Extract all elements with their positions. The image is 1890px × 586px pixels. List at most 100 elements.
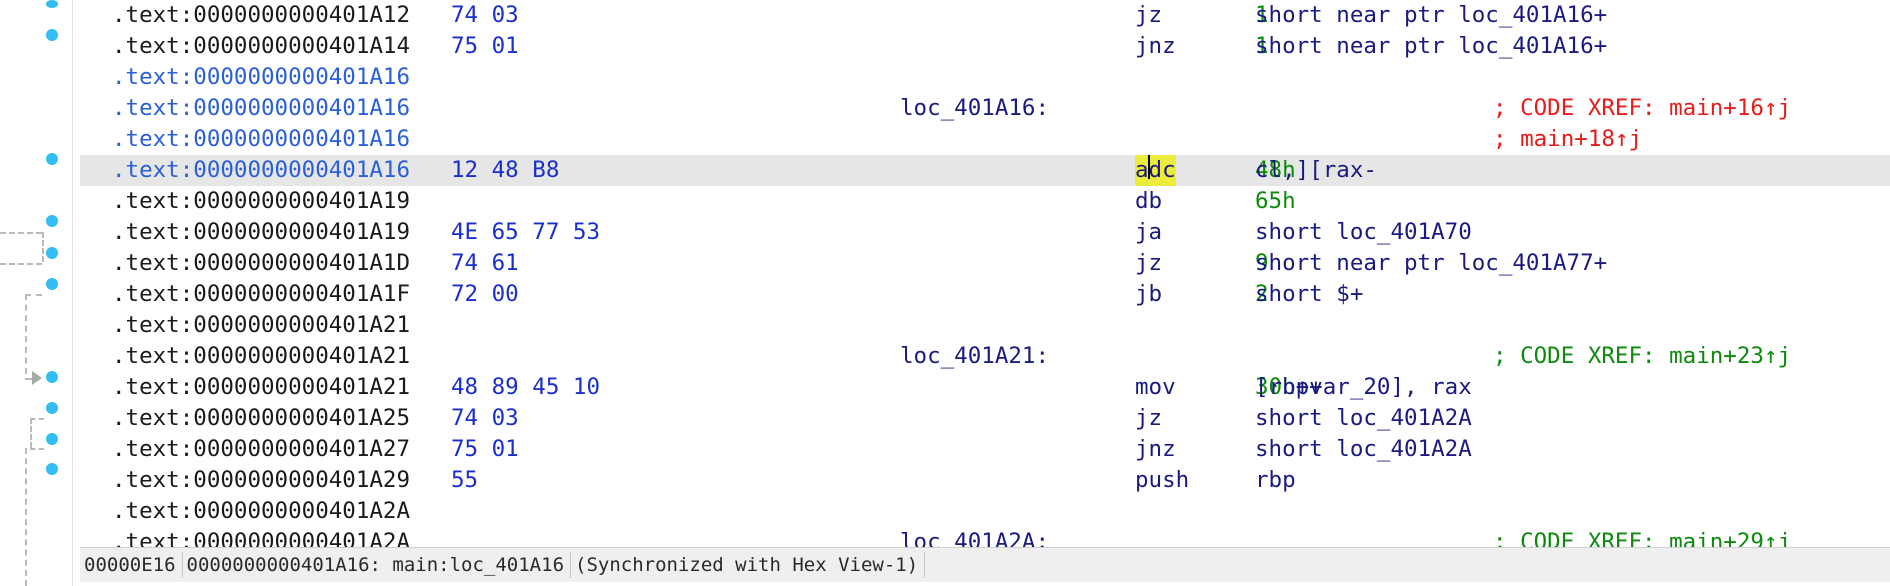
breakpoint-dot[interactable] — [46, 463, 58, 475]
address: .text:0000000000401A1F — [112, 281, 411, 307]
operand[interactable]: short near ptr loc_401A16+ 1 — [1255, 31, 1607, 62]
listing-row[interactable]: .text:0000000000401A12 74 03 jz short ne… — [80, 0, 1890, 31]
listing-row[interactable]: .text:0000000000401A25 74 03 jz short lo… — [80, 403, 1890, 434]
address: .text:0000000000401A27 — [112, 436, 411, 462]
listing-row[interactable]: .text:0000000000401A16 — [80, 62, 1890, 93]
listing-row[interactable]: .text:0000000000401A21 loc_401A21: ; COD… — [80, 341, 1890, 372]
address: .text:0000000000401A19 — [112, 219, 411, 245]
address: .text:0000000000401A16 — [112, 157, 411, 183]
address: .text:0000000000401A21 — [112, 312, 411, 338]
code-label[interactable]: loc_401A21: — [900, 341, 1049, 372]
operand[interactable]: 65h — [1255, 186, 1296, 217]
breakpoint-dot[interactable] — [46, 371, 58, 383]
search-highlight: a dc — [1135, 155, 1176, 186]
current-listing-row[interactable]: .text:0000000000401A16 12 48 B8 a dc cl, … — [80, 155, 1890, 186]
opcode-bytes: 55 — [451, 467, 479, 493]
listing-row[interactable]: .text:0000000000401A16 loc_401A16: ; COD… — [80, 93, 1890, 124]
text-cursor — [1147, 155, 1150, 179]
listing-row[interactable]: .text:0000000000401A27 75 01 jnz short l… — [80, 434, 1890, 465]
address: .text:0000000000401A16 — [112, 95, 411, 121]
listing-row[interactable]: .text:0000000000401A2A loc_401A2A: ; COD… — [80, 527, 1890, 547]
listing-row[interactable]: .text:0000000000401A14 75 01 jnz short n… — [80, 31, 1890, 62]
address: .text:0000000000401A21 — [112, 343, 411, 369]
disassembly-listing[interactable]: .text:0000000000401A12 74 03 jz short ne… — [80, 0, 1890, 547]
address: .text:0000000000401A21 — [112, 374, 411, 400]
breakpoint-dot[interactable] — [46, 215, 58, 227]
breakpoint-dot[interactable] — [46, 0, 58, 8]
operand[interactable]: short loc_401A2A — [1255, 403, 1472, 434]
code-label[interactable]: loc_401A2A: — [900, 527, 1049, 547]
xref-comment[interactable]: ; main+18↑j — [1493, 124, 1642, 155]
arrow-right-icon — [32, 371, 42, 385]
breakpoint-dot[interactable] — [46, 29, 58, 41]
mnemonic[interactable]: jnz — [1135, 434, 1176, 465]
flow-gutter — [0, 0, 73, 586]
mnemonic[interactable]: jz — [1135, 248, 1162, 279]
flow-arrow-line — [0, 232, 42, 234]
listing-row[interactable]: .text:0000000000401A21 48 89 45 10 mov [… — [80, 372, 1890, 403]
breakpoint-dot[interactable] — [46, 433, 58, 445]
operand[interactable]: short near ptr loc_401A16+ 1 — [1255, 0, 1607, 31]
listing-row[interactable]: .text:0000000000401A1D 74 61 jz short ne… — [80, 248, 1890, 279]
opcode-bytes: 4E 65 77 53 — [451, 219, 601, 245]
breakpoint-dot[interactable] — [46, 402, 58, 414]
address: .text:0000000000401A29 — [112, 467, 411, 493]
mnemonic[interactable]: ja — [1135, 217, 1162, 248]
operand[interactable]: short loc_401A2A — [1255, 434, 1472, 465]
listing-row[interactable]: .text:0000000000401A16 ; main+18↑j — [80, 124, 1890, 155]
mnemonic[interactable]: jb — [1135, 279, 1162, 310]
mnemonic[interactable]: jz — [1135, 0, 1162, 31]
flow-arrow-line — [0, 263, 42, 265]
status-location: 0000000000401A16: main:loc_401A16 — [183, 552, 572, 578]
mnemonic[interactable]: push — [1135, 465, 1189, 496]
mnemonic[interactable]: db — [1135, 186, 1162, 217]
xref-comment[interactable]: ; CODE XREF: main+23↑j — [1493, 341, 1791, 372]
opcode-bytes: 74 03 — [451, 405, 519, 431]
address: .text:0000000000401A2A — [112, 529, 411, 547]
address: .text:0000000000401A1D — [112, 250, 411, 276]
breakpoint-dot[interactable] — [46, 278, 58, 290]
mnemonic[interactable]: jnz — [1135, 31, 1176, 62]
flow-arrow-line — [30, 418, 44, 420]
mnemonic[interactable]: jz — [1135, 403, 1162, 434]
operand[interactable]: cl, [rax- 48h] — [1255, 155, 1377, 186]
xref-comment[interactable]: ; CODE XREF: main+29↑j — [1493, 527, 1791, 547]
breakpoint-dot[interactable] — [46, 247, 58, 259]
opcode-bytes: 48 89 45 10 — [451, 374, 601, 400]
xref-comment[interactable]: ; CODE XREF: main+16↑j — [1493, 93, 1791, 124]
operand[interactable]: short $+ 2 — [1255, 279, 1363, 310]
flow-arrow-line — [30, 418, 32, 448]
opcode-bytes: 74 03 — [451, 2, 519, 28]
address: .text:0000000000401A16 — [112, 64, 411, 90]
listing-row[interactable]: .text:0000000000401A19 db 65h — [80, 186, 1890, 217]
address: .text:0000000000401A12 — [112, 2, 411, 28]
breakpoint-dot[interactable] — [46, 153, 58, 165]
address: .text:0000000000401A19 — [112, 188, 411, 214]
status-bar: 00000E16 0000000000401A16: main:loc_401A… — [80, 547, 1890, 582]
address: .text:0000000000401A14 — [112, 33, 411, 59]
address: .text:0000000000401A16 — [112, 126, 411, 152]
listing-row[interactable]: .text:0000000000401A2A — [80, 496, 1890, 527]
listing-row[interactable]: .text:0000000000401A1F 72 00 jb short $+… — [80, 279, 1890, 310]
listing-row[interactable]: .text:0000000000401A19 4E 65 77 53 ja sh… — [80, 217, 1890, 248]
listing-row[interactable]: .text:0000000000401A21 — [80, 310, 1890, 341]
operand[interactable]: short near ptr loc_401A77+ 9 — [1255, 248, 1607, 279]
code-label[interactable]: loc_401A16: — [900, 93, 1049, 124]
opcode-bytes: 72 00 — [451, 281, 519, 307]
operand[interactable]: short loc_401A70 — [1255, 217, 1472, 248]
flow-arrow-line — [25, 448, 27, 586]
flow-arrow-line — [25, 294, 27, 374]
address: .text:0000000000401A2A — [112, 498, 411, 524]
operand[interactable]: [rbp+ 30h +var_20], rax — [1255, 372, 1472, 403]
flow-arrow-line — [30, 448, 44, 450]
opcode-bytes: 75 01 — [451, 33, 519, 59]
flow-arrow-line — [25, 294, 42, 296]
listing-row[interactable]: .text:0000000000401A29 55 push rbp — [80, 465, 1890, 496]
status-file-offset: 00000E16 — [80, 552, 183, 578]
opcode-bytes: 74 61 — [451, 250, 519, 276]
mnemonic[interactable]: mov — [1135, 372, 1176, 403]
status-sync: (Synchronized with Hex View-1) — [571, 552, 926, 578]
operand[interactable]: rbp — [1255, 465, 1296, 496]
opcode-bytes: 75 01 — [451, 436, 519, 462]
flow-arrow-line — [42, 232, 44, 262]
